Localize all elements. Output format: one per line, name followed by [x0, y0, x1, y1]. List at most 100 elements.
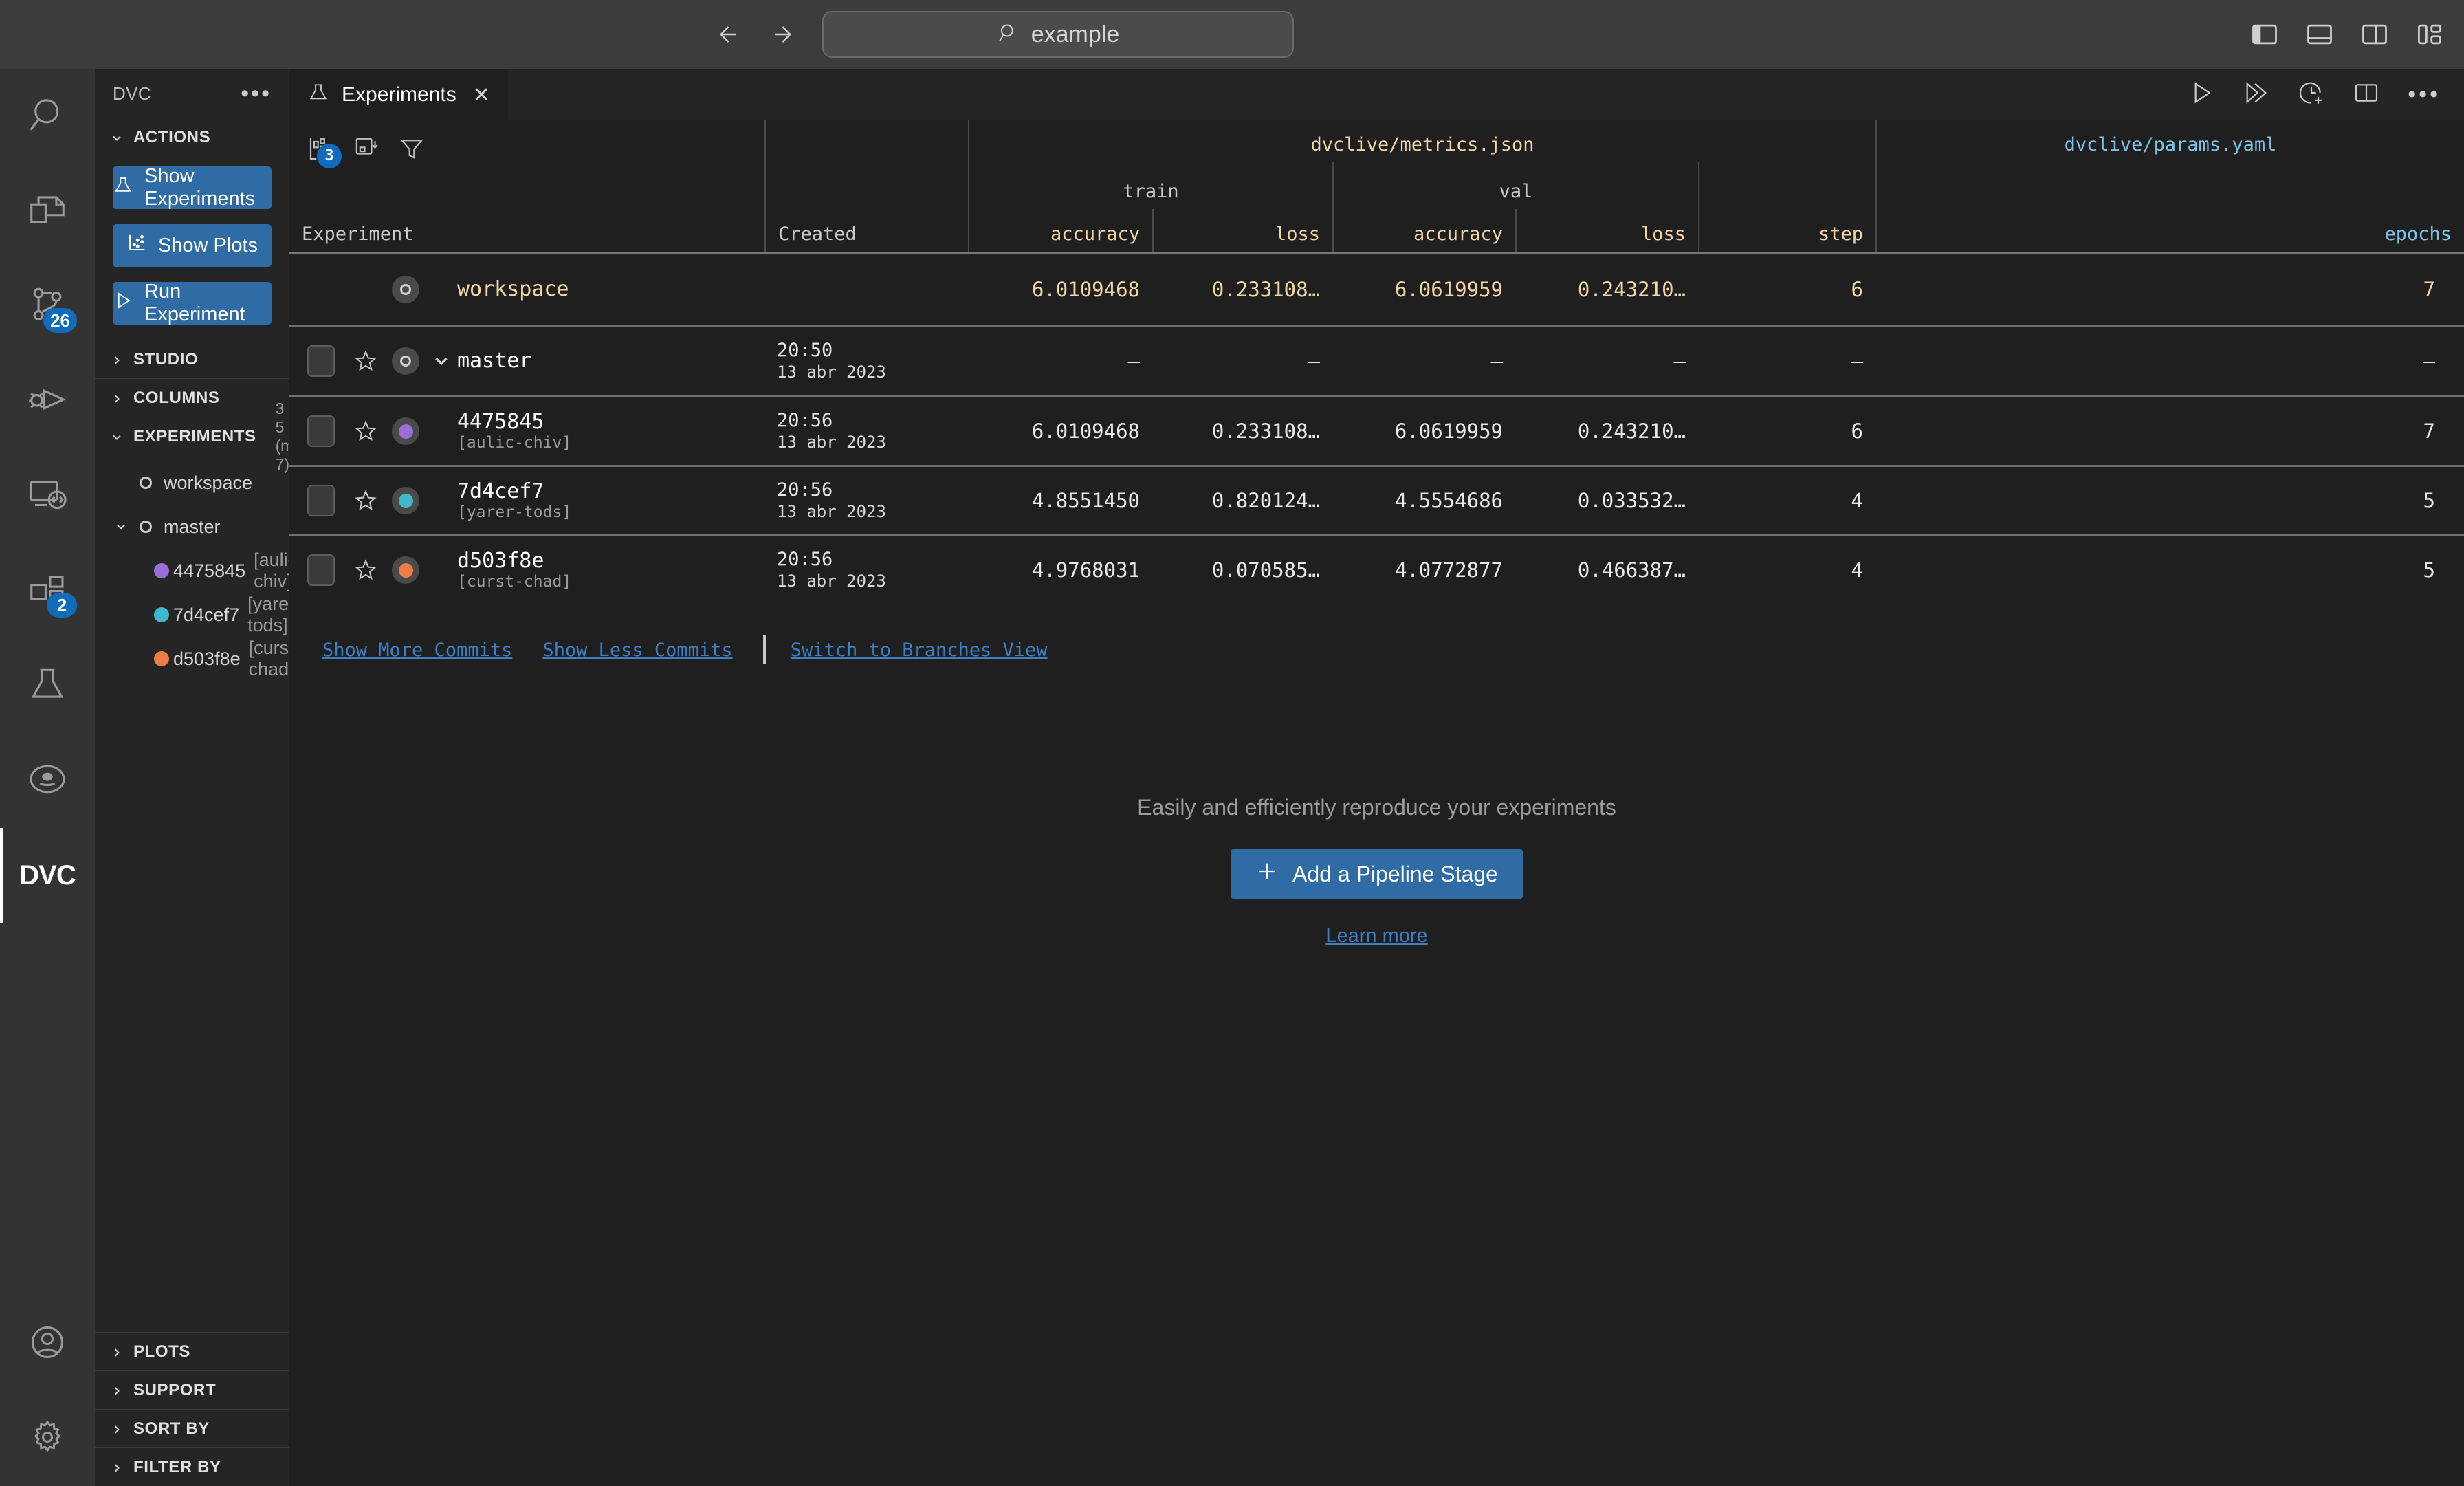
sidebar-section-support[interactable]: SUPPORT	[95, 1370, 289, 1409]
forward-icon[interactable]	[767, 17, 803, 52]
activity-item-accounts[interactable]	[0, 1296, 95, 1391]
experiment-color-dot	[154, 651, 169, 666]
experiment-indicator[interactable]	[390, 487, 421, 514]
clock-plus-icon[interactable]	[2298, 79, 2325, 110]
sidebar-section-columns[interactable]: COLUMNS	[95, 378, 289, 417]
column-header-train-accuracy[interactable]: accuracy	[968, 209, 1152, 252]
tree-item-master[interactable]: master	[95, 505, 289, 549]
sidebar-title-bar: DVC •••	[95, 69, 289, 118]
add-pipeline-stage-button[interactable]: Add a Pipeline Stage	[1231, 849, 1523, 899]
back-icon[interactable]	[708, 17, 744, 52]
table-header-group-params: dvclive/params.yaml	[1876, 120, 2464, 162]
show-experiments-button[interactable]: Show Experiments	[113, 166, 272, 209]
activity-item-remote-explorer[interactable]	[0, 448, 95, 543]
tree-item-d503f8e[interactable]: d503f8e [curst-chad]	[95, 637, 289, 681]
activity-item-extensions[interactable]: 2	[0, 543, 95, 638]
star-icon[interactable]	[353, 558, 379, 582]
table-row-d503f8e[interactable]: d503f8e [curst-chad] 20:56 13 abr 2023 4…	[289, 536, 2464, 604]
switch-to-branches-view-link[interactable]: Switch to Branches View	[791, 640, 1048, 661]
row-train-loss: 0.820124…	[1152, 467, 1332, 534]
activity-item-settings[interactable]	[0, 1391, 95, 1486]
run-experiment-button[interactable]: Run Experiment	[113, 282, 272, 325]
activity-item-testing[interactable]	[0, 638, 95, 733]
source-control-badge: 26	[43, 308, 77, 333]
row-created-time: 20:50	[777, 340, 886, 362]
learn-more-link[interactable]: Learn more	[289, 925, 2464, 948]
experiment-indicator[interactable]	[390, 417, 421, 445]
activity-item-github[interactable]	[0, 733, 95, 828]
table-header-sub-row: train val	[289, 162, 2464, 209]
layout-sidebar-left-icon[interactable]	[2250, 19, 2280, 50]
row-created-date: 13 abr 2023	[777, 502, 886, 522]
split-editor-icon[interactable]	[2353, 79, 2380, 110]
tree-item-4475845[interactable]: 4475845 [aulic-chiv]	[95, 549, 289, 593]
row-created-cell: 20:56 13 abr 2023	[764, 467, 968, 534]
show-plots-button[interactable]: Show Plots	[113, 224, 272, 267]
row-epochs: –	[1876, 327, 2464, 395]
sidebar-section-filter-by[interactable]: FILTER BY	[95, 1447, 289, 1486]
column-header-val-accuracy[interactable]: accuracy	[1332, 209, 1515, 252]
experiment-indicator[interactable]	[390, 276, 421, 303]
layout-controls	[2250, 0, 2445, 69]
column-header-epochs[interactable]: epochs	[1876, 209, 2464, 252]
column-header-label: step	[1818, 223, 1863, 245]
row-checkbox[interactable]	[307, 554, 335, 586]
column-header-step[interactable]: step	[1698, 209, 1876, 252]
row-alias: [aulic-chiv]	[457, 434, 571, 452]
sidebar-section-experiments[interactable]: EXPERIMENTS 3 of 5 (max 7)	[95, 417, 289, 455]
show-less-commits-link[interactable]: Show Less Commits	[542, 640, 732, 661]
quick-input-value: example	[1031, 21, 1120, 48]
row-val-loss: 0.243210…	[1515, 254, 1698, 325]
ellipsis-icon[interactable]: •••	[2408, 89, 2441, 100]
row-expand-chevron-icon[interactable]	[426, 351, 457, 371]
tree-item-7d4cef7[interactable]: 7d4cef7 [yarer-tods]	[95, 593, 289, 637]
column-header-experiment[interactable]: Experiment	[289, 209, 764, 252]
show-more-commits-link[interactable]: Show More Commits	[322, 640, 512, 661]
activity-item-dvc[interactable]: DVC	[0, 828, 95, 923]
layout-sidebar-right-icon[interactable]	[2360, 19, 2390, 50]
table-row-4475845[interactable]: 4475845 [aulic-chiv] 20:56 13 abr 2023 6…	[289, 397, 2464, 465]
sidebar-section-sort-by[interactable]: SORT BY	[95, 1409, 289, 1447]
activity-item-source-control[interactable]: 26	[0, 259, 95, 353]
sidebar-section-studio[interactable]: STUDIO	[95, 340, 289, 378]
column-header-val-loss[interactable]: loss	[1515, 209, 1698, 252]
tab-experiments[interactable]: Experiments ✕	[289, 69, 508, 120]
layout-customize-icon[interactable]	[2414, 19, 2445, 50]
table-row-workspace[interactable]: workspace 6.0109468 0.233108… 6.0619959 …	[289, 254, 2464, 325]
star-icon[interactable]	[353, 488, 379, 513]
row-checkbox[interactable]	[307, 415, 335, 447]
column-header-train-loss[interactable]: loss	[1152, 209, 1332, 252]
column-header-created[interactable]: Created	[764, 209, 968, 252]
close-icon[interactable]: ✕	[473, 83, 490, 107]
play-icon[interactable]	[2188, 79, 2215, 110]
activity-item-search[interactable]	[0, 69, 95, 164]
sidebar-section-actions[interactable]: ACTIONS	[95, 118, 289, 157]
editor-area: Experiments ✕ •••	[289, 69, 2464, 1486]
row-epochs: 7	[1876, 397, 2464, 465]
column-header-label: epochs	[2384, 223, 2452, 245]
table-header-sub-spacer-epochs	[1876, 162, 2464, 209]
row-step: 6	[1698, 397, 1876, 465]
row-step: –	[1698, 327, 1876, 395]
tab-bar: Experiments ✕ •••	[289, 69, 2464, 120]
play-double-icon[interactable]	[2243, 79, 2270, 110]
chevron-down-icon[interactable]	[110, 520, 132, 534]
experiment-color-dot	[154, 607, 169, 622]
gear-icon	[27, 1417, 68, 1461]
star-icon[interactable]	[353, 419, 379, 444]
row-checkbox[interactable]	[307, 485, 335, 516]
row-checkbox[interactable]	[307, 345, 335, 377]
activity-item-explorer[interactable]	[0, 164, 95, 259]
table-row-master[interactable]: master 20:50 13 abr 2023 – – – – – –	[289, 327, 2464, 395]
quick-input-search[interactable]: example	[822, 11, 1294, 58]
row-name: 4475845	[457, 410, 571, 434]
layout-panel-icon[interactable]	[2304, 19, 2335, 50]
sidebar-section-plots[interactable]: PLOTS	[95, 1332, 289, 1370]
star-icon[interactable]	[353, 349, 379, 373]
table-row-7d4cef7[interactable]: 7d4cef7 [yarer-tods] 20:56 13 abr 2023 4…	[289, 467, 2464, 534]
activity-item-run-and-debug[interactable]	[0, 353, 95, 448]
experiment-indicator[interactable]	[390, 556, 421, 584]
tree-item-workspace[interactable]: workspace	[95, 461, 289, 505]
ellipsis-icon[interactable]: •••	[241, 87, 272, 100]
experiment-indicator[interactable]	[390, 347, 421, 375]
